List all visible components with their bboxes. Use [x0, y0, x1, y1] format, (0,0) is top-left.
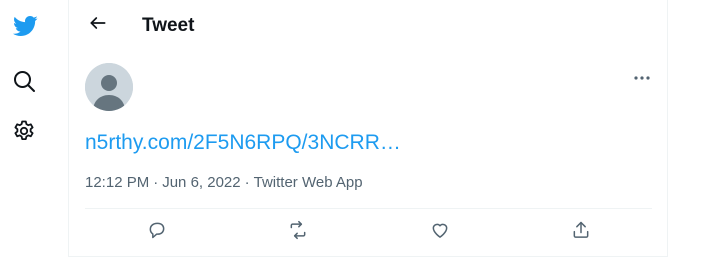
- tweet-date[interactable]: Jun 6, 2022: [162, 174, 240, 191]
- reply-button[interactable]: [145, 220, 169, 244]
- more-horizontal-icon: [633, 68, 651, 86]
- page-header: Tweet: [69, 0, 667, 53]
- share-icon: [571, 220, 591, 245]
- like-button[interactable]: [428, 220, 452, 244]
- avatar[interactable]: [85, 63, 133, 111]
- like-heart-icon: [430, 220, 450, 245]
- twitter-bird-icon[interactable]: [8, 10, 42, 42]
- page-title: Tweet: [142, 15, 195, 36]
- reply-icon: [147, 220, 167, 245]
- tweet-link[interactable]: n5rthy.com/2F5N6RPQ/3NCRR…: [85, 130, 401, 156]
- more-options-button[interactable]: [629, 66, 655, 88]
- retweet-icon: [287, 220, 309, 245]
- arrow-left-icon: [88, 13, 108, 38]
- retweet-button[interactable]: [286, 220, 310, 244]
- tweet-source[interactable]: Twitter Web App: [254, 174, 363, 191]
- tweet-actions-bar: [69, 209, 667, 256]
- default-profile-icon: [85, 63, 133, 111]
- left-navigation-rail: [0, 0, 68, 257]
- tweet-metadata: 12:12 PM · Jun 6, 2022 · Twitter Web App: [85, 173, 363, 193]
- meta-separator: ·: [244, 174, 250, 191]
- tweet-detail-column: Tweet n5rthy.com/2F5N6RPQ/3NCRR… 12:12 P…: [68, 0, 668, 257]
- settings-gear-icon[interactable]: [10, 117, 38, 145]
- search-icon[interactable]: [10, 67, 38, 95]
- meta-separator: ·: [153, 174, 159, 191]
- share-button[interactable]: [569, 220, 593, 244]
- back-button[interactable]: [83, 10, 113, 40]
- tweet-time[interactable]: 12:12 PM: [85, 174, 149, 191]
